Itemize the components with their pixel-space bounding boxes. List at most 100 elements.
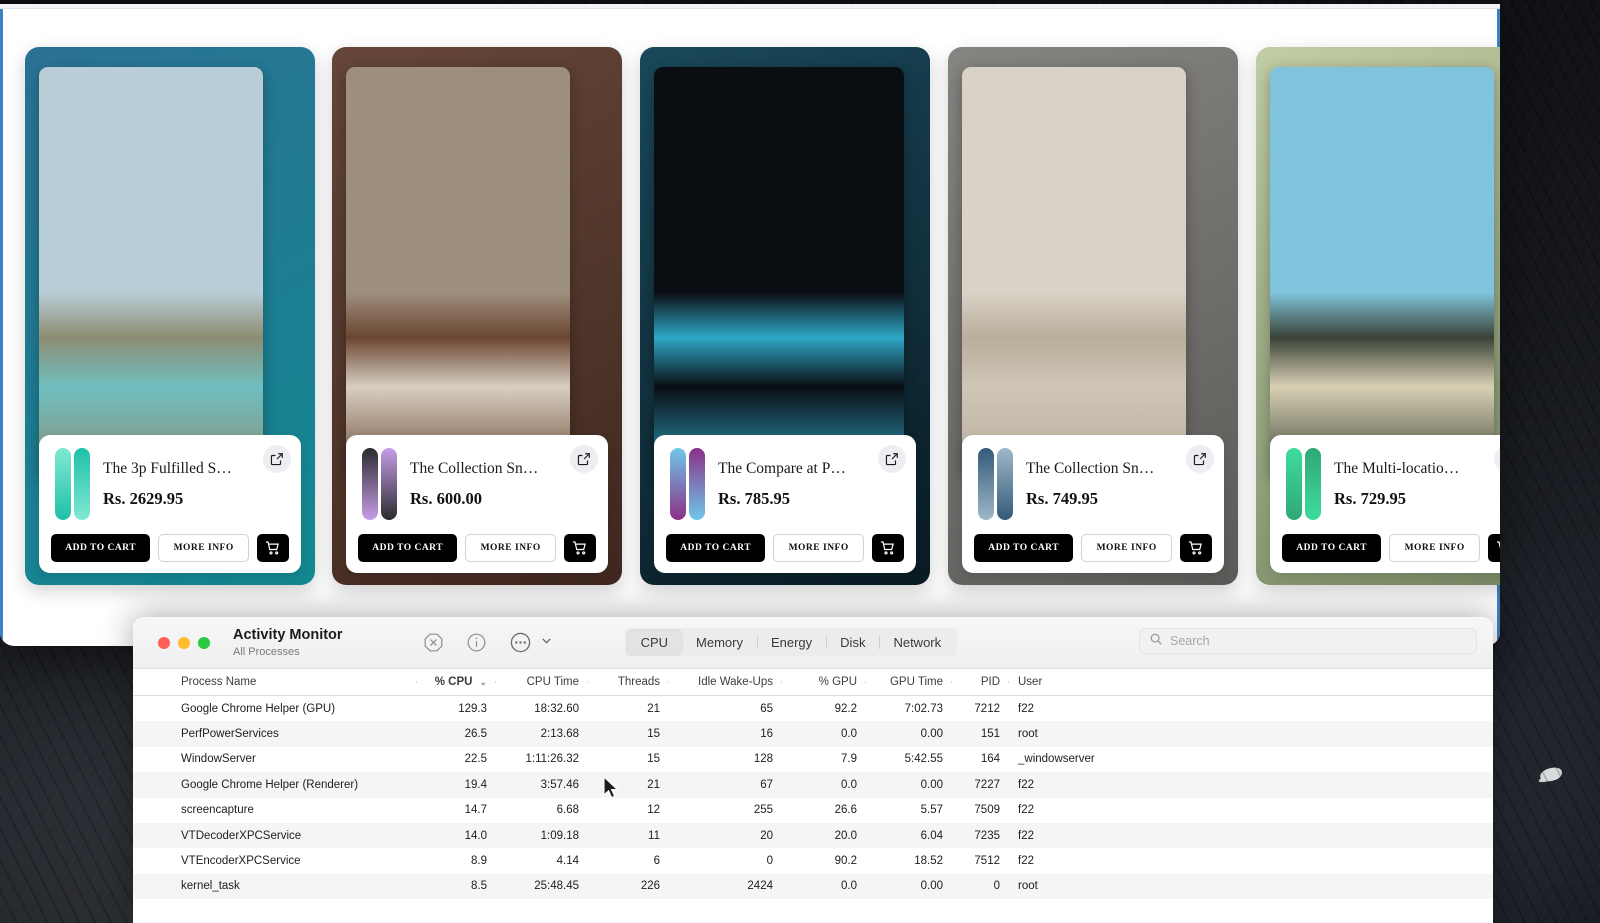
- column-header-gpu[interactable]: % GPU: [781, 676, 865, 688]
- product-image[interactable]: [654, 67, 904, 477]
- add-to-cart-button[interactable]: ADD TO CART: [358, 534, 458, 562]
- product-carousel[interactable]: The 3p Fulfilled S… Rs. 2629.95 ADD TO CAR…: [0, 9, 1500, 609]
- product-info-panel: The Compare at P… Rs. 785.95 ADD TO CART MO…: [654, 435, 916, 573]
- open-external-icon[interactable]: [878, 445, 906, 473]
- add-to-cart-button[interactable]: ADD TO CART: [1282, 534, 1382, 562]
- cell-gpu-time: 0.00: [920, 728, 943, 741]
- product-card[interactable]: The 3p Fulfilled S… Rs. 2629.95 ADD TO CAR…: [25, 47, 315, 585]
- cell-user: f22: [1018, 778, 1034, 791]
- search-input[interactable]: [1170, 634, 1467, 648]
- cell-cpu: 19.4: [464, 778, 487, 791]
- column-header-pid[interactable]: PID: [951, 676, 1008, 688]
- product-title: The Compare at P…: [718, 460, 846, 478]
- table-row[interactable]: kernel_task 8.5 25:48.45 226 2424 0.0 0.00 0 roo…: [133, 873, 1493, 900]
- product-info-panel: The Collection Sn… Rs. 749.95 ADD TO CART M…: [962, 435, 1224, 573]
- cell-threads: 12: [647, 804, 660, 817]
- close-window-button[interactable]: [158, 636, 170, 649]
- product-price: Rs. 729.95: [1334, 488, 1406, 508]
- cart-icon-button[interactable]: [1488, 534, 1500, 562]
- more-info-button[interactable]: MORE INFO: [1081, 534, 1172, 562]
- cell-wakeups: 67: [760, 778, 773, 791]
- column-header-cpu-time[interactable]: CPU Time: [495, 676, 587, 688]
- column-header-threads[interactable]: Threads: [587, 676, 668, 688]
- product-card[interactable]: The Multi-locatio… Rs. 729.95 ADD TO CART M…: [1256, 47, 1500, 585]
- product-image[interactable]: [962, 67, 1186, 477]
- more-options-icon[interactable]: [509, 631, 532, 654]
- cell-name: VTDecoderXPCService: [181, 829, 302, 842]
- maximize-window-button[interactable]: [198, 636, 210, 649]
- cell-gpu-time: 5:42.55: [904, 753, 943, 766]
- tab-memory[interactable]: Memory: [682, 630, 757, 655]
- cell-threads: 15: [647, 753, 660, 766]
- more-info-button[interactable]: MORE INFO: [158, 534, 249, 562]
- table-row[interactable]: screencapture 14.7 6.68 12 255 26.6 5.57 7509 f2…: [133, 798, 1493, 823]
- column-header-gpu-time[interactable]: GPU Time: [865, 676, 951, 688]
- cell-pid: 151: [980, 728, 1000, 741]
- cell-gpu: 0.0: [841, 728, 857, 741]
- cell-user: root: [1018, 880, 1038, 893]
- column-header-label: Idle Wake-Ups: [698, 676, 773, 688]
- cell-gpu-time: 6.04: [920, 829, 943, 842]
- product-thumbnail: [1282, 447, 1324, 521]
- table-row[interactable]: VTEncoderXPCService 8.9 4.14 6 0 90.2 18.52 751…: [133, 848, 1493, 873]
- add-to-cart-button[interactable]: ADD TO CART: [666, 534, 766, 562]
- minimize-window-button[interactable]: [178, 636, 190, 649]
- window-traffic-lights[interactable]: [158, 636, 210, 649]
- cell-cpu-time: 1:09.18: [540, 829, 579, 842]
- table-row[interactable]: Google Chrome Helper (Renderer) 19.4 3:57.…: [133, 772, 1493, 798]
- process-table-body[interactable]: Google Chrome Helper (GPU) 129.3 18:32.60 2…: [133, 696, 1493, 900]
- cell-cpu-time: 25:48.45: [534, 880, 579, 893]
- process-table-header[interactable]: Process Name % CPU ⌄ CPU Time Threads Idle Wa…: [133, 669, 1493, 696]
- cell-cpu: 8.5: [471, 880, 487, 893]
- cell-gpu: 92.2: [834, 702, 857, 715]
- column-header-label: Threads: [617, 676, 660, 688]
- table-row[interactable]: Google Chrome Helper (GPU) 129.3 18:32.60 2…: [133, 696, 1493, 721]
- cell-user: f22: [1018, 855, 1034, 868]
- cart-icon-button[interactable]: [872, 534, 904, 562]
- cell-cpu: 129.3: [458, 702, 487, 715]
- cart-icon-button[interactable]: [257, 534, 289, 562]
- cell-cpu-time: 4.14: [556, 855, 579, 868]
- cell-gpu: 26.6: [834, 804, 857, 817]
- cell-cpu-time: 18:32.60: [534, 702, 579, 715]
- product-image[interactable]: [1270, 67, 1494, 477]
- product-card[interactable]: The Collection Sn… Rs. 600.00 ADD TO CART M…: [332, 47, 622, 585]
- column-header-idle-wake-ups[interactable]: Idle Wake-Ups: [668, 676, 781, 688]
- cell-gpu-time: 18.52: [914, 855, 943, 868]
- tab-disk[interactable]: Disk: [826, 630, 879, 655]
- add-to-cart-button[interactable]: ADD TO CART: [51, 534, 151, 562]
- inspect-process-icon[interactable]: [466, 632, 487, 653]
- cart-icon-button[interactable]: [1180, 534, 1212, 562]
- table-row[interactable]: PerfPowerServices 26.5 2:13.68 15 16 0.0 0.00 1…: [133, 721, 1493, 747]
- quit-process-icon[interactable]: [423, 632, 444, 653]
- column-header-process-name[interactable]: Process Name: [133, 676, 416, 688]
- add-to-cart-button[interactable]: ADD TO CART: [974, 534, 1074, 562]
- column-header-user[interactable]: User: [1008, 676, 1103, 688]
- product-thumbnail: [974, 447, 1016, 521]
- open-external-icon[interactable]: [570, 445, 598, 473]
- open-external-icon[interactable]: [1186, 445, 1214, 473]
- product-image[interactable]: [39, 67, 263, 477]
- tab-cpu[interactable]: CPU: [626, 630, 683, 655]
- more-info-button[interactable]: MORE INFO: [1389, 534, 1480, 562]
- open-external-icon[interactable]: [263, 445, 291, 473]
- cell-cpu: 22.5: [464, 753, 487, 766]
- more-info-button[interactable]: MORE INFO: [465, 534, 556, 562]
- column-header-cpu[interactable]: % CPU ⌄: [416, 676, 495, 688]
- product-title: The Collection Sn…: [410, 460, 539, 478]
- column-header-label: PID: [980, 676, 1000, 688]
- view-tabs[interactable]: CPU Memory Energy Disk Network: [624, 628, 958, 657]
- product-card[interactable]: The Compare at P… Rs. 785.95 ADD TO CART MO…: [640, 47, 930, 585]
- cell-name: kernel_task: [181, 880, 240, 893]
- cart-icon-button[interactable]: [564, 534, 596, 562]
- cell-name: Google Chrome Helper (Renderer): [181, 778, 359, 791]
- tab-energy[interactable]: Energy: [756, 630, 826, 655]
- table-row[interactable]: VTDecoderXPCService 14.0 1:09.18 11 20 20.0 6.…: [133, 822, 1493, 849]
- table-row[interactable]: WindowServer 22.5 1:11:26.32 15 128 7.9 5:42.5…: [133, 747, 1493, 772]
- chevron-down-icon[interactable]: [540, 634, 553, 652]
- search-field[interactable]: [1139, 628, 1477, 654]
- tab-network[interactable]: Network: [879, 630, 955, 655]
- product-card[interactable]: The Collection Sn… Rs. 749.95 ADD TO CART M…: [948, 47, 1238, 585]
- more-info-button[interactable]: MORE INFO: [773, 534, 864, 562]
- product-image[interactable]: [346, 67, 570, 477]
